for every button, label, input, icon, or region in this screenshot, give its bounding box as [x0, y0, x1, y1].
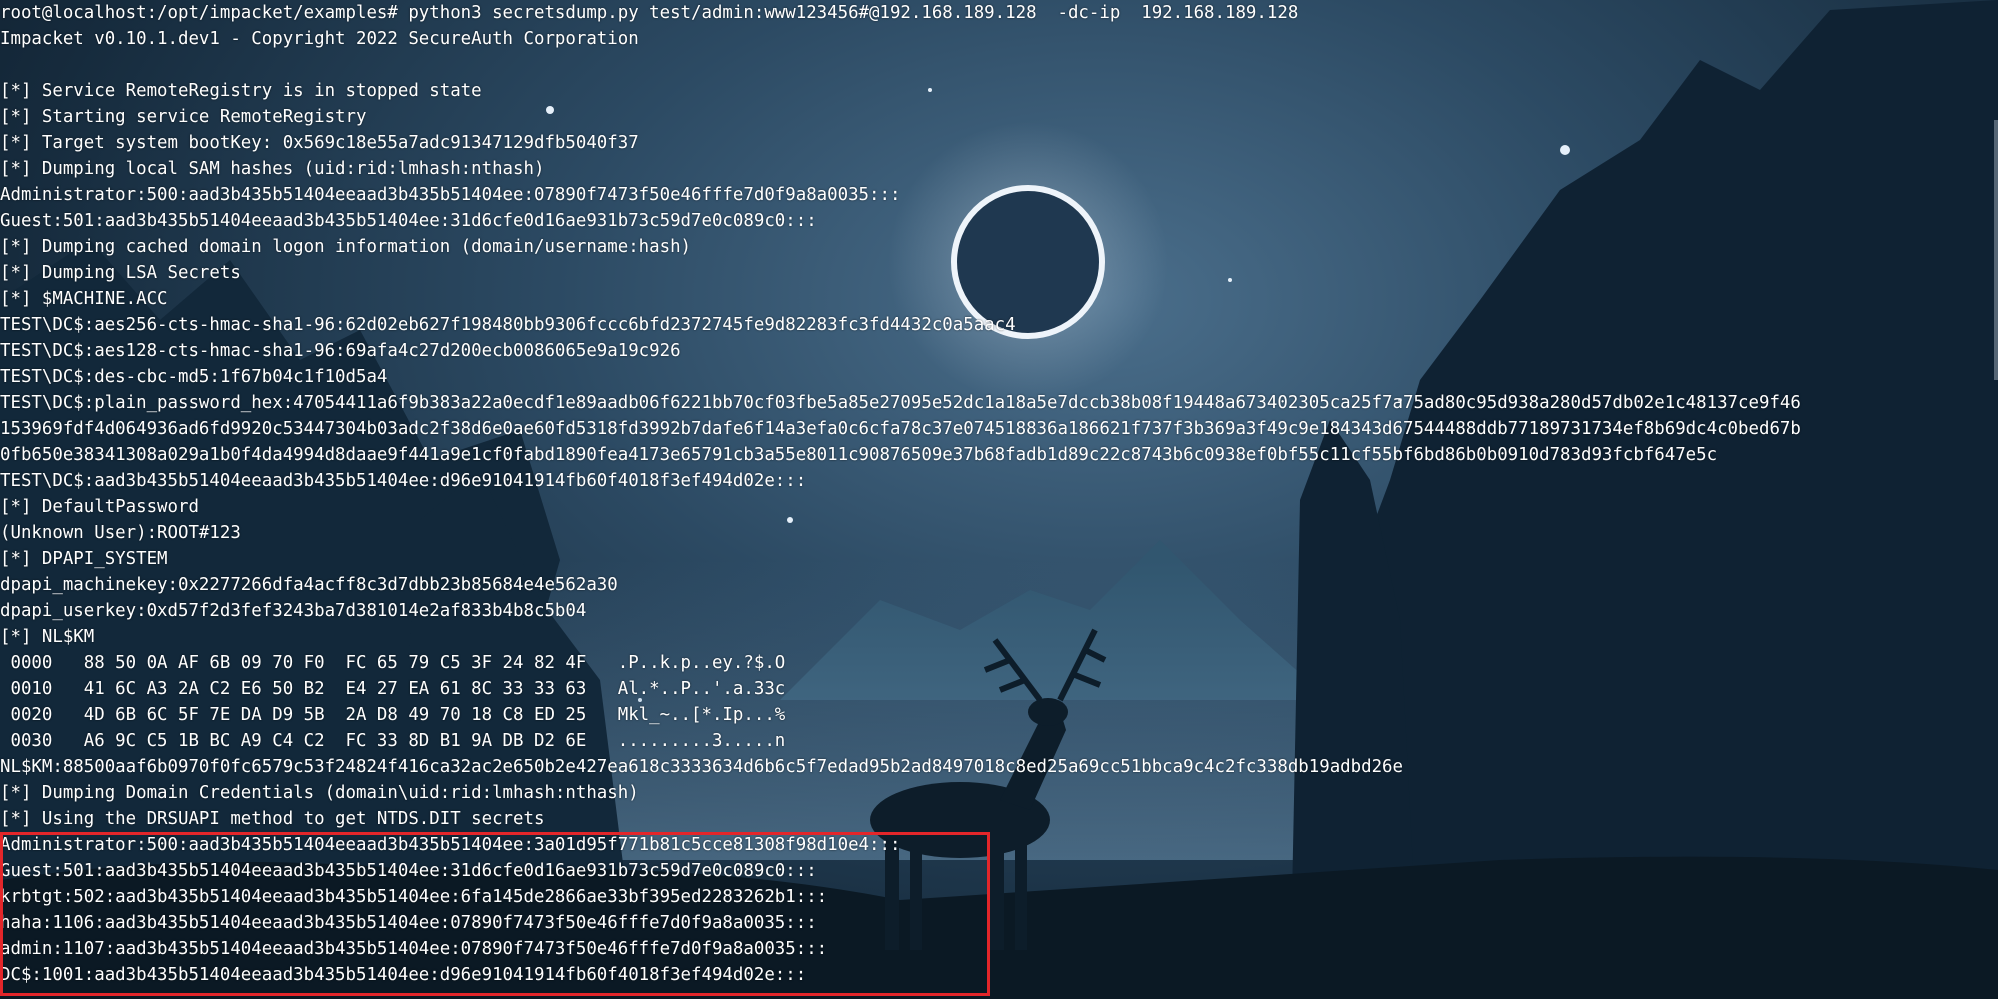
terminal-line: dpapi_userkey:0xd57f2d3fef3243ba7d381014… [0, 601, 587, 621]
terminal-line: Impacket v0.10.1.dev1 - Copyright 2022 S… [0, 29, 639, 49]
terminal-line: [*] DPAPI_SYSTEM [0, 549, 168, 569]
terminal-line: root@localhost:/opt/impacket/examples# p… [0, 3, 1299, 23]
terminal-line: 0000 88 50 0A AF 6B 09 70 F0 FC 65 79 C5… [0, 653, 786, 673]
terminal-scrollbar[interactable] [1994, 120, 1998, 380]
terminal-line: [*] Dumping Domain Credentials (domain\u… [0, 783, 639, 803]
terminal-line: TEST\DC$:aad3b435b51404eeaad3b435b51404e… [0, 471, 807, 491]
terminal-line: [*] Target system bootKey: 0x569c18e55a7… [0, 133, 639, 153]
terminal-window[interactable]: root@localhost:/opt/impacket/examples# p… [0, 0, 1998, 999]
terminal-line: [*] Starting service RemoteRegistry [0, 107, 367, 127]
terminal-line: (Unknown User):ROOT#123 [0, 523, 241, 543]
terminal-line: NL$KM:88500aaf6b0970f0fc6579c53f24824f41… [0, 757, 1403, 777]
terminal-line: dpapi_machinekey:0x2277266dfa4acff8c3d7d… [0, 575, 618, 595]
terminal-line: [*] $MACHINE.ACC [0, 289, 168, 309]
terminal-line: TEST\DC$:aes128-cts-hmac-sha1-96:69afa4c… [0, 341, 681, 361]
terminal-line: Guest:501:aad3b435b51404eeaad3b435b51404… [0, 211, 817, 231]
terminal-line: [*] Dumping LSA Secrets [0, 263, 241, 283]
ntds-hashes-highlight-box [0, 832, 990, 996]
terminal-line: 0fb650e38341308a029a1b0f4da4994d8daae9f4… [0, 445, 1718, 465]
terminal-line: 0030 A6 9C C5 1B BC A9 C4 C2 FC 33 8D B1… [0, 731, 786, 751]
terminal-line: 0010 41 6C A3 2A C2 E6 50 B2 E4 27 EA 61… [0, 679, 786, 699]
terminal-line: [*] DefaultPassword [0, 497, 199, 517]
terminal-line: TEST\DC$:plain_password_hex:47054411a6f9… [0, 393, 1801, 413]
terminal-line: 0020 4D 6B 6C 5F 7E DA D9 5B 2A D8 49 70… [0, 705, 786, 725]
terminal-line: 153969fdf4d064936ad6fd9920c53447304b03ad… [0, 419, 1801, 439]
terminal-line: [*] NL$KM [0, 627, 95, 647]
terminal-line: [*] Dumping cached domain logon informat… [0, 237, 692, 257]
terminal-line: [*] Dumping local SAM hashes (uid:rid:lm… [0, 159, 545, 179]
terminal-line: TEST\DC$:des-cbc-md5:1f67b04c1f10d5a4 [0, 367, 388, 387]
terminal-line: [*] Using the DRSUAPI method to get NTDS… [0, 809, 545, 829]
terminal-line: TEST\DC$:aes256-cts-hmac-sha1-96:62d02eb… [0, 315, 1016, 335]
terminal-line: Administrator:500:aad3b435b51404eeaad3b4… [0, 185, 901, 205]
terminal-line: [*] Service RemoteRegistry is in stopped… [0, 81, 482, 101]
